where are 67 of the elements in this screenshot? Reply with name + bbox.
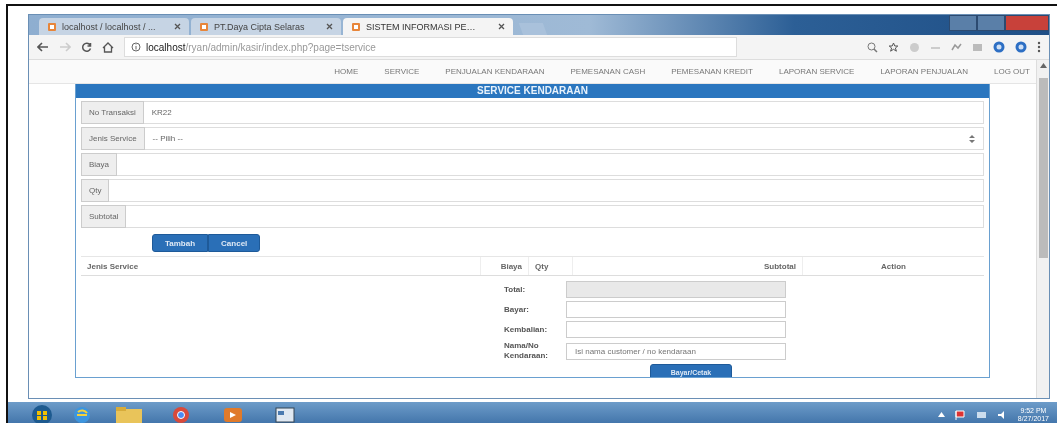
nav-link[interactable]: SERVICE <box>384 67 420 76</box>
scroll-up-icon[interactable] <box>1039 63 1047 68</box>
back-icon[interactable] <box>37 42 49 52</box>
field-label: Nama/No Kendaraan: <box>504 341 549 361</box>
home-icon[interactable] <box>102 41 114 53</box>
maximize-button[interactable] <box>977 15 1005 31</box>
flag-icon[interactable] <box>954 409 966 420</box>
input-field[interactable]: KR22 <box>143 101 984 124</box>
reload-icon[interactable] <box>81 41 92 53</box>
nav-link[interactable]: PEMESANAN CASH <box>570 67 646 76</box>
scrollbar-thumb[interactable] <box>1038 78 1048 258</box>
menu-icon[interactable] <box>1037 41 1041 53</box>
browser-tab[interactable]: localhost / localhost / ... <box>39 18 189 35</box>
column-header: Subtotal <box>573 257 803 275</box>
address-bar[interactable]: localhost/ryan/admin/kasir/index.php?page=tservice <box>124 37 737 57</box>
field-label: Kembalian: <box>504 324 549 335</box>
browser-tab[interactable]: PT.Daya Cipta Selaras <box>191 18 341 35</box>
input-field[interactable] <box>109 179 984 202</box>
field-label: Total: <box>504 284 527 295</box>
field-label: Bayar: <box>504 304 530 315</box>
input-field[interactable] <box>566 281 786 298</box>
nav-link[interactable]: PENJUALAN KENDARAAN <box>445 67 545 76</box>
star-icon[interactable] <box>888 41 899 53</box>
input-field[interactable] <box>566 321 786 338</box>
input-field[interactable] <box>566 301 786 318</box>
nav-link[interactable]: PEMESANAN KREDIT <box>671 67 753 76</box>
input-field[interactable] <box>117 153 984 176</box>
action-button[interactable]: Tambah <box>152 234 209 252</box>
zoom-icon[interactable] <box>867 41 878 53</box>
nav-link[interactable]: LOG OUT <box>994 67 1030 76</box>
page-icon <box>47 21 57 32</box>
nav-link[interactable]: LAPORAN SERVICE <box>778 67 855 76</box>
action-button[interactable]: Cancel <box>208 234 261 252</box>
close-icon[interactable] <box>326 23 333 30</box>
column-header: Biaya <box>481 257 529 275</box>
dropdown[interactable]: -- Pilih -- <box>144 127 984 150</box>
network-icon[interactable] <box>975 409 987 420</box>
info-icon <box>131 42 141 52</box>
close-icon[interactable] <box>498 23 505 30</box>
field-label: No Transaksi <box>81 101 144 124</box>
input-field[interactable]: Isi nama customer / no kendaraan <box>566 342 786 360</box>
field-label: Qty <box>81 179 110 202</box>
field-label: Subtotal <box>81 205 127 228</box>
nav-link[interactable]: LAPORAN PENJUALAN <box>880 67 968 76</box>
page-icon <box>199 21 209 32</box>
column-header: Jenis Service <box>81 257 481 275</box>
panel-title: SERVICE KENDARAAN <box>76 84 989 98</box>
minimize-button[interactable] <box>949 15 977 31</box>
extension-icon[interactable] <box>951 41 962 53</box>
nav-link[interactable]: HOME <box>334 67 359 76</box>
scrollbar[interactable] <box>1036 60 1049 398</box>
field-label: Biaya <box>81 153 117 176</box>
column-header: Action <box>880 260 907 273</box>
dropdown-caret-icon <box>969 134 975 143</box>
page-icon <box>351 21 361 32</box>
field-label: Jenis Service <box>81 127 145 150</box>
dropdown-value: -- Pilih -- <box>152 134 183 143</box>
column-header: Qty <box>529 257 573 275</box>
start-orb-icon[interactable] <box>30 403 54 423</box>
extension-icon[interactable] <box>1015 41 1027 53</box>
url-text: localhost/ryan/admin/kasir/index.php?page=tservice <box>146 41 376 53</box>
input-field[interactable] <box>126 205 984 228</box>
browser-tab[interactable]: SISTEM INFORMASI PE… <box>343 18 513 35</box>
show-hidden-icon[interactable] <box>937 412 945 417</box>
extension-icon[interactable] <box>993 41 1005 53</box>
close-icon[interactable] <box>174 23 181 30</box>
close-button[interactable] <box>1005 15 1049 31</box>
